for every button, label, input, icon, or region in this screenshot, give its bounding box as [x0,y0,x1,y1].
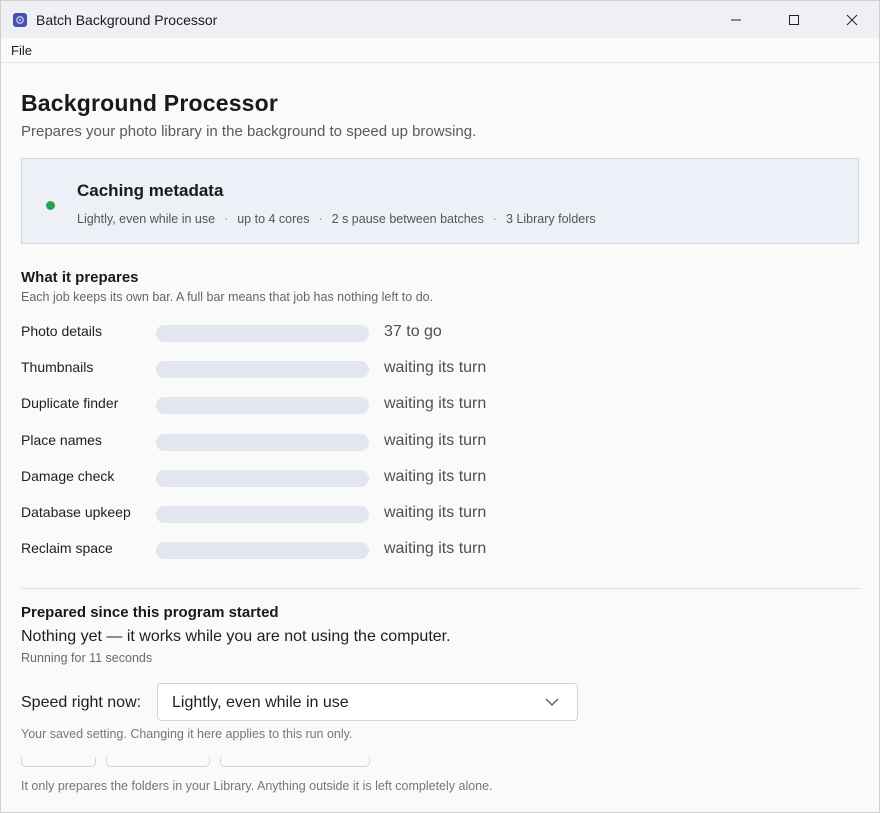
job-status: waiting its turn [384,359,487,376]
status-detail-speed: Lightly, even while in use [77,212,216,226]
job-status: waiting its turn [384,395,487,412]
job-status: waiting its turn [384,468,487,485]
detail-separator: · [492,212,498,226]
menu-bar: File [1,38,879,63]
close-button[interactable] [823,1,879,38]
maximize-icon [789,14,799,25]
job-row-photo-details: Photo details 37 to go [21,321,621,343]
menu-file[interactable]: File [9,43,34,58]
job-status: 37 to go [384,323,442,340]
speed-note: Your saved setting. Changing it here app… [21,727,353,741]
prepared-summary: Nothing yet — it works while you are not… [21,628,451,645]
status-indicator [46,201,55,210]
status-detail-cores: up to 4 cores [237,212,310,226]
running-time: Running for 11 seconds [21,651,153,665]
job-row-place-names: Place names waiting its turn [21,430,621,452]
maximize-button[interactable] [765,1,823,38]
status-detail-folders: 3 Library folders [506,212,596,226]
job-row-reclaim-space: Reclaim space waiting its turn [21,538,621,560]
job-label: Place names [21,432,102,448]
job-progress-bar [156,361,369,378]
job-progress-bar [156,434,369,451]
footer-note: It only prepares the folders in your Lib… [21,779,493,793]
speed-selected-value: Lightly, even while in use [172,694,349,711]
job-label: Damage check [21,468,115,484]
job-progress-bar [156,397,369,414]
status-title: Caching metadata [77,181,224,200]
status-detail-pause: 2 s pause between batches [331,212,484,226]
title-bar: Batch Background Processor [1,1,879,38]
status-card: Caching metadata Lightly, even while in … [21,158,859,244]
close-icon [846,14,858,25]
job-row-duplicate-finder: Duplicate finder waiting its turn [21,393,621,415]
job-row-damage-check: Damage check waiting its turn [21,466,621,488]
speed-label: Speed right now: [21,694,142,711]
job-progress-bar [156,542,369,559]
job-label: Duplicate finder [21,395,119,411]
job-status: waiting its turn [384,432,487,449]
job-label: Thumbnails [21,359,94,375]
window-title: Batch Background Processor [36,11,218,28]
job-progress-bar [156,470,369,487]
prepared-section-title: Prepared since this program started [21,604,279,621]
detail-separator: · [318,212,323,226]
app-window: Batch Background Processor File Backgrou… [0,0,880,813]
action-button-3[interactable] [220,757,370,767]
page-title: Background Processor [21,90,279,116]
section-divider [21,588,861,589]
detail-separator: · [224,212,229,226]
job-status: waiting its turn [384,504,487,521]
job-status: waiting its turn [384,540,487,557]
job-label: Database upkeep [21,504,131,520]
minimize-button[interactable] [707,1,765,38]
status-details: Lightly, even while in use · up to 4 cores… [77,212,596,226]
jobs-section-title: What it prepares [21,269,139,286]
job-row-database-upkeep: Database upkeep waiting its turn [21,502,621,524]
app-icon [13,12,27,27]
chevron-down-icon [545,698,559,706]
jobs-section-note: Each job keeps its own bar. A full bar m… [21,290,434,304]
action-button-2[interactable] [106,757,210,767]
job-progress-bar [156,325,369,342]
job-row-thumbnails: Thumbnails waiting its turn [21,357,621,379]
speed-dropdown[interactable]: Lightly, even while in use [157,683,578,721]
job-progress-bar [156,506,369,523]
minimize-icon [731,19,741,20]
action-button-1[interactable] [21,757,96,767]
job-label: Photo details [21,323,102,339]
page-subtitle: Prepares your photo library in the backg… [21,123,477,140]
job-label: Reclaim space [21,540,113,556]
